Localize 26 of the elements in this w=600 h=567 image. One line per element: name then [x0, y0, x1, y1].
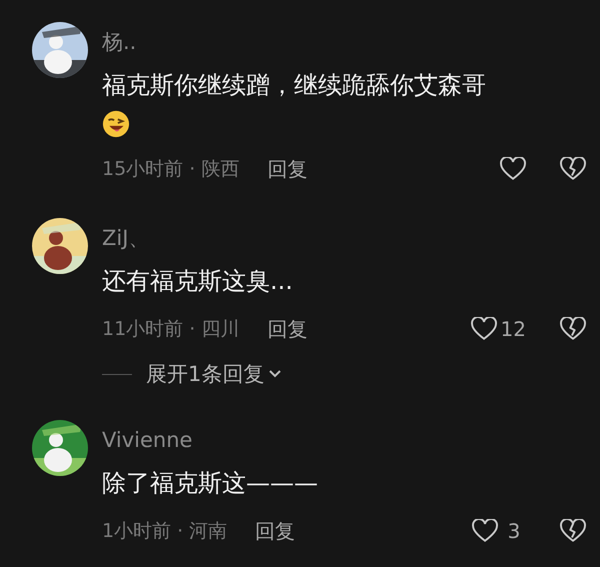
like-button[interactable]: 12 [470, 317, 526, 341]
username[interactable]: ZiJ、 [102, 224, 586, 252]
comment-text: 还有福克斯这臭... [102, 266, 294, 297]
dislike-button[interactable] [560, 157, 586, 181]
reply-button[interactable]: 回复 [267, 156, 308, 182]
time-location: 1小时前 · 河南 [102, 519, 228, 544]
broken-heart-icon [560, 317, 586, 341]
broken-heart-icon [560, 519, 586, 543]
time-location: 15小时前 · 陕西 [102, 157, 240, 182]
dislike-button[interactable] [560, 519, 586, 543]
comment-text: 福克斯你继续蹭，继续跪舔你艾森哥 [102, 70, 487, 101]
heart-icon [500, 157, 526, 181]
comment-text: 除了福克斯这——— [102, 468, 319, 499]
username[interactable]: 杨.. [102, 28, 586, 56]
broken-heart-icon [560, 157, 586, 181]
heart-icon [470, 317, 497, 341]
reply-button[interactable]: 回复 [255, 518, 296, 544]
dislike-button[interactable] [560, 317, 586, 341]
expand-replies-link[interactable]: 展开1条回复 [102, 360, 282, 388]
chevron-down-icon [268, 369, 282, 379]
reply-button[interactable]: 回复 [267, 316, 308, 342]
heart-icon [472, 519, 498, 543]
like-button[interactable] [500, 157, 526, 181]
time-location: 11小时前 · 四川 [102, 317, 240, 342]
like-button[interactable]: 3 [472, 519, 526, 543]
username[interactable]: Vivienne [102, 426, 586, 454]
